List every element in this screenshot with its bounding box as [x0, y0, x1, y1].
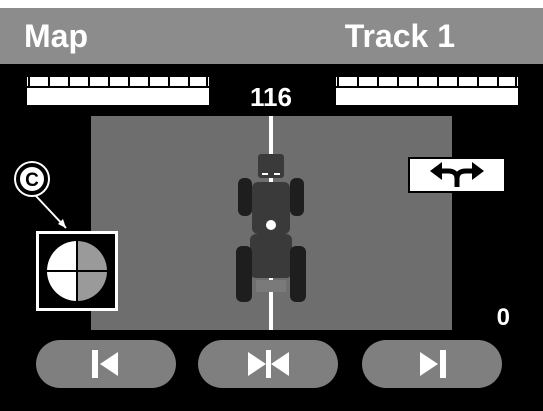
swap-direction-button[interactable] [408, 157, 506, 193]
compass-widget[interactable] [36, 231, 118, 311]
swap-direction-icon [430, 162, 484, 187]
tractor-icon [232, 148, 310, 313]
shift-left-icon [92, 350, 118, 378]
shift-right-button[interactable] [362, 340, 502, 388]
left-deviation-ruler [25, 75, 211, 107]
title-bar: Map Track 1 [0, 0, 543, 64]
track-name: Track 1 [344, 18, 455, 54]
heading-value: 116 [250, 82, 292, 112]
callout-letter: C [25, 170, 39, 191]
map-screen: Map Track 1 116 C 0 [0, 0, 543, 411]
compass-icon [45, 239, 109, 303]
shift-left-button[interactable] [36, 340, 176, 388]
right-deviation-ruler [334, 75, 520, 107]
shift-right-icon [420, 350, 446, 378]
offset-value: 0 [496, 304, 510, 331]
screen-title: Map [24, 18, 88, 54]
center-icon [248, 350, 289, 378]
center-button[interactable] [198, 340, 338, 388]
